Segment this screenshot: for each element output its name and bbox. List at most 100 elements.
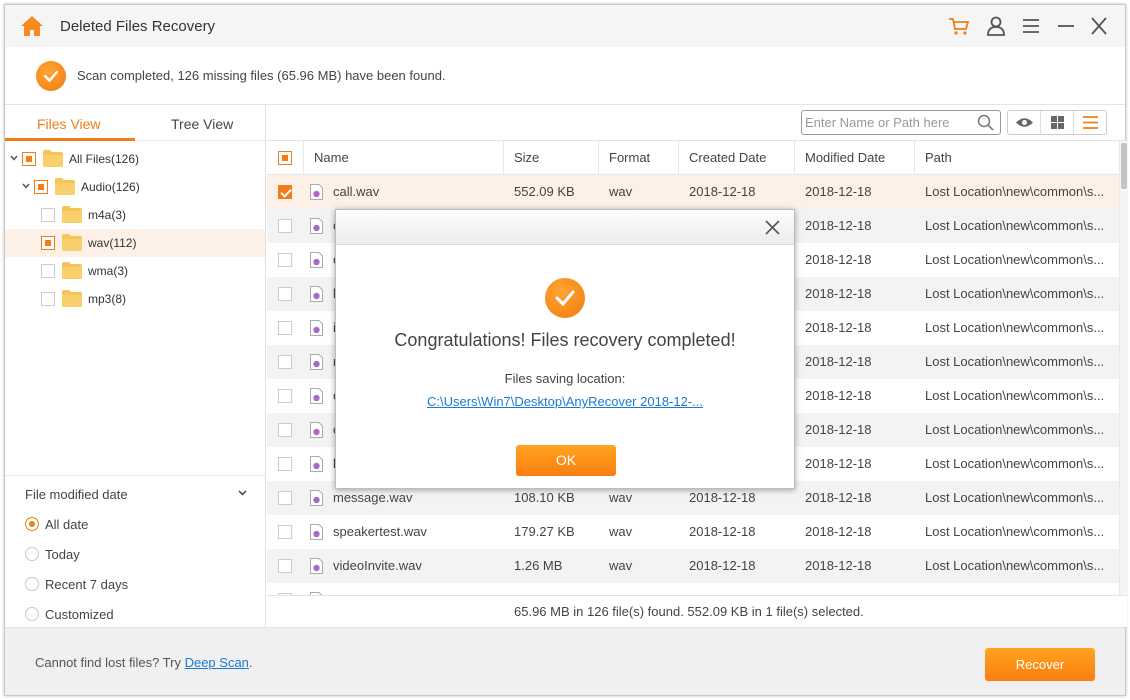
column-created-date[interactable]: Created Date: [678, 141, 794, 175]
deep-scan-prompt-text: Cannot find lost files? Try: [35, 655, 185, 670]
row-checkbox[interactable]: [278, 457, 292, 471]
minimize-icon[interactable]: [1055, 16, 1077, 36]
audio-file-icon: [310, 252, 323, 268]
date-filter-option[interactable]: All date: [25, 514, 225, 534]
table-row[interactable]: speakertest.wav 179.27 KB wav 2018-12-18 201…: [267, 515, 1119, 549]
menu-icon[interactable]: [1020, 16, 1042, 36]
tab-files-view[interactable]: Files View: [37, 116, 101, 132]
close-icon[interactable]: [1088, 16, 1110, 36]
radio-button[interactable]: [25, 607, 39, 621]
filter-title: File modified date: [25, 487, 128, 502]
file-format: wav: [609, 184, 633, 199]
row-checkbox[interactable]: [278, 355, 292, 369]
tree-checkbox[interactable]: [41, 264, 55, 278]
column-modified-date[interactable]: Modified Date: [794, 141, 914, 175]
chevron-down-icon[interactable]: [238, 490, 247, 496]
tree-checkbox[interactable]: [41, 208, 55, 222]
ok-button[interactable]: OK: [516, 445, 616, 476]
column-path[interactable]: Path: [914, 141, 1119, 175]
file-path: Lost Location\new\common\s...: [925, 184, 1105, 199]
column-name[interactable]: Name: [303, 141, 503, 175]
radio-button[interactable]: [25, 547, 39, 561]
view-tabs: Files View Tree View: [5, 105, 265, 141]
audio-file-icon: [310, 558, 323, 574]
tree-item[interactable]: mp3(8): [5, 285, 265, 313]
row-checkbox[interactable]: [278, 389, 292, 403]
date-filter-option[interactable]: Customized: [25, 604, 225, 624]
row-checkbox[interactable]: [278, 185, 292, 199]
modified-date: 2018-12-18: [805, 524, 872, 539]
table-scrollbar[interactable]: [1119, 141, 1127, 595]
row-checkbox[interactable]: [278, 219, 292, 233]
summary-text: 65.96 MB in 126 file(s) found. 552.09 KB…: [514, 604, 864, 619]
tree-item[interactable]: wav(112): [5, 229, 265, 257]
row-checkbox[interactable]: [278, 321, 292, 335]
modified-date: 2018-12-18: [805, 286, 872, 301]
tree-item[interactable]: wma(3): [5, 257, 265, 285]
modified-date: 2018-12-18: [805, 456, 872, 471]
tree-item-label: Audio(126): [81, 180, 140, 194]
chevron-down-icon[interactable]: [10, 154, 18, 162]
modified-date: 2018-12-18: [805, 354, 872, 369]
tree-checkbox[interactable]: [22, 152, 36, 166]
search-input[interactable]: [805, 114, 970, 131]
tab-tree-view[interactable]: Tree View: [171, 116, 233, 132]
home-icon[interactable]: [20, 15, 44, 37]
folder-icon: [62, 234, 82, 251]
folder-icon: [43, 150, 63, 167]
table-row-partial[interactable]: [267, 583, 1119, 595]
tree-checkbox[interactable]: [34, 180, 48, 194]
modified-date: 2018-12-18: [805, 218, 872, 233]
dialog-header: [336, 210, 794, 245]
user-icon[interactable]: [985, 16, 1007, 36]
column-size[interactable]: Size: [503, 141, 598, 175]
table-row[interactable]: videoInvite.wav 1.26 MB wav 2018-12-18 2018-…: [267, 549, 1119, 583]
file-path: Lost Location\new\common\s...: [925, 558, 1105, 573]
recover-button[interactable]: Recover: [985, 648, 1095, 681]
deep-scan-suffix: .: [248, 655, 253, 670]
radio-button[interactable]: [25, 577, 39, 591]
view-mode-group: [1007, 110, 1107, 135]
row-checkbox[interactable]: [278, 423, 292, 437]
folder-icon: [62, 206, 82, 223]
selection-summary: 65.96 MB in 126 file(s) found. 552.09 KB…: [267, 595, 1127, 627]
success-check-icon: [545, 278, 585, 318]
row-checkbox[interactable]: [278, 491, 292, 505]
row-checkbox[interactable]: [278, 253, 292, 267]
row-checkbox[interactable]: [278, 525, 292, 539]
search-icon[interactable]: [977, 114, 994, 131]
created-date: 2018-12-18: [689, 558, 756, 573]
row-checkbox[interactable]: [278, 287, 292, 301]
grid-view-button[interactable]: [1041, 111, 1074, 134]
date-filter-option[interactable]: Recent 7 days: [25, 574, 225, 594]
tree-item[interactable]: m4a(3): [5, 201, 265, 229]
row-checkbox[interactable]: [278, 559, 292, 573]
modified-date: 2018-12-18: [805, 388, 872, 403]
tree-checkbox[interactable]: [41, 236, 55, 250]
saving-location-label: Files saving location:: [504, 371, 626, 386]
tree-item-label: mp3(8): [88, 292, 127, 306]
date-filter-option[interactable]: Today: [25, 544, 225, 564]
preview-button[interactable]: [1008, 111, 1041, 134]
scrollbar-thumb[interactable]: [1121, 143, 1127, 189]
audio-file-icon: [310, 354, 323, 370]
cart-icon[interactable]: [948, 16, 970, 36]
list-view-button[interactable]: [1074, 111, 1107, 134]
sidebar: Files View Tree View All Files(126) Audio…: [5, 105, 266, 627]
select-all-checkbox[interactable]: [278, 151, 292, 165]
file-path: Lost Location\new\common\s...: [925, 218, 1105, 233]
dialog-close-icon[interactable]: [765, 220, 780, 235]
chevron-down-icon[interactable]: [22, 182, 30, 190]
saving-location-link[interactable]: C:\Users\Win7\Desktop\AnyRecover 2018-12…: [427, 394, 703, 409]
tree-item[interactable]: Audio(126): [5, 173, 265, 201]
list-icon: [1083, 116, 1098, 129]
dialog-title: Congratulations! Files recovery complete…: [394, 330, 736, 350]
footer: Cannot find lost files? Try Deep Scan. R…: [5, 627, 1125, 695]
radio-button[interactable]: [25, 517, 39, 531]
tree-checkbox[interactable]: [41, 292, 55, 306]
tree-item[interactable]: All Files(126): [5, 145, 265, 173]
table-row[interactable]: call.wav 552.09 KB wav 2018-12-18 2018-12-18…: [267, 175, 1119, 209]
column-format[interactable]: Format: [598, 141, 678, 175]
deep-scan-link[interactable]: Deep Scan: [185, 655, 249, 670]
file-name: call.wav: [333, 184, 380, 199]
